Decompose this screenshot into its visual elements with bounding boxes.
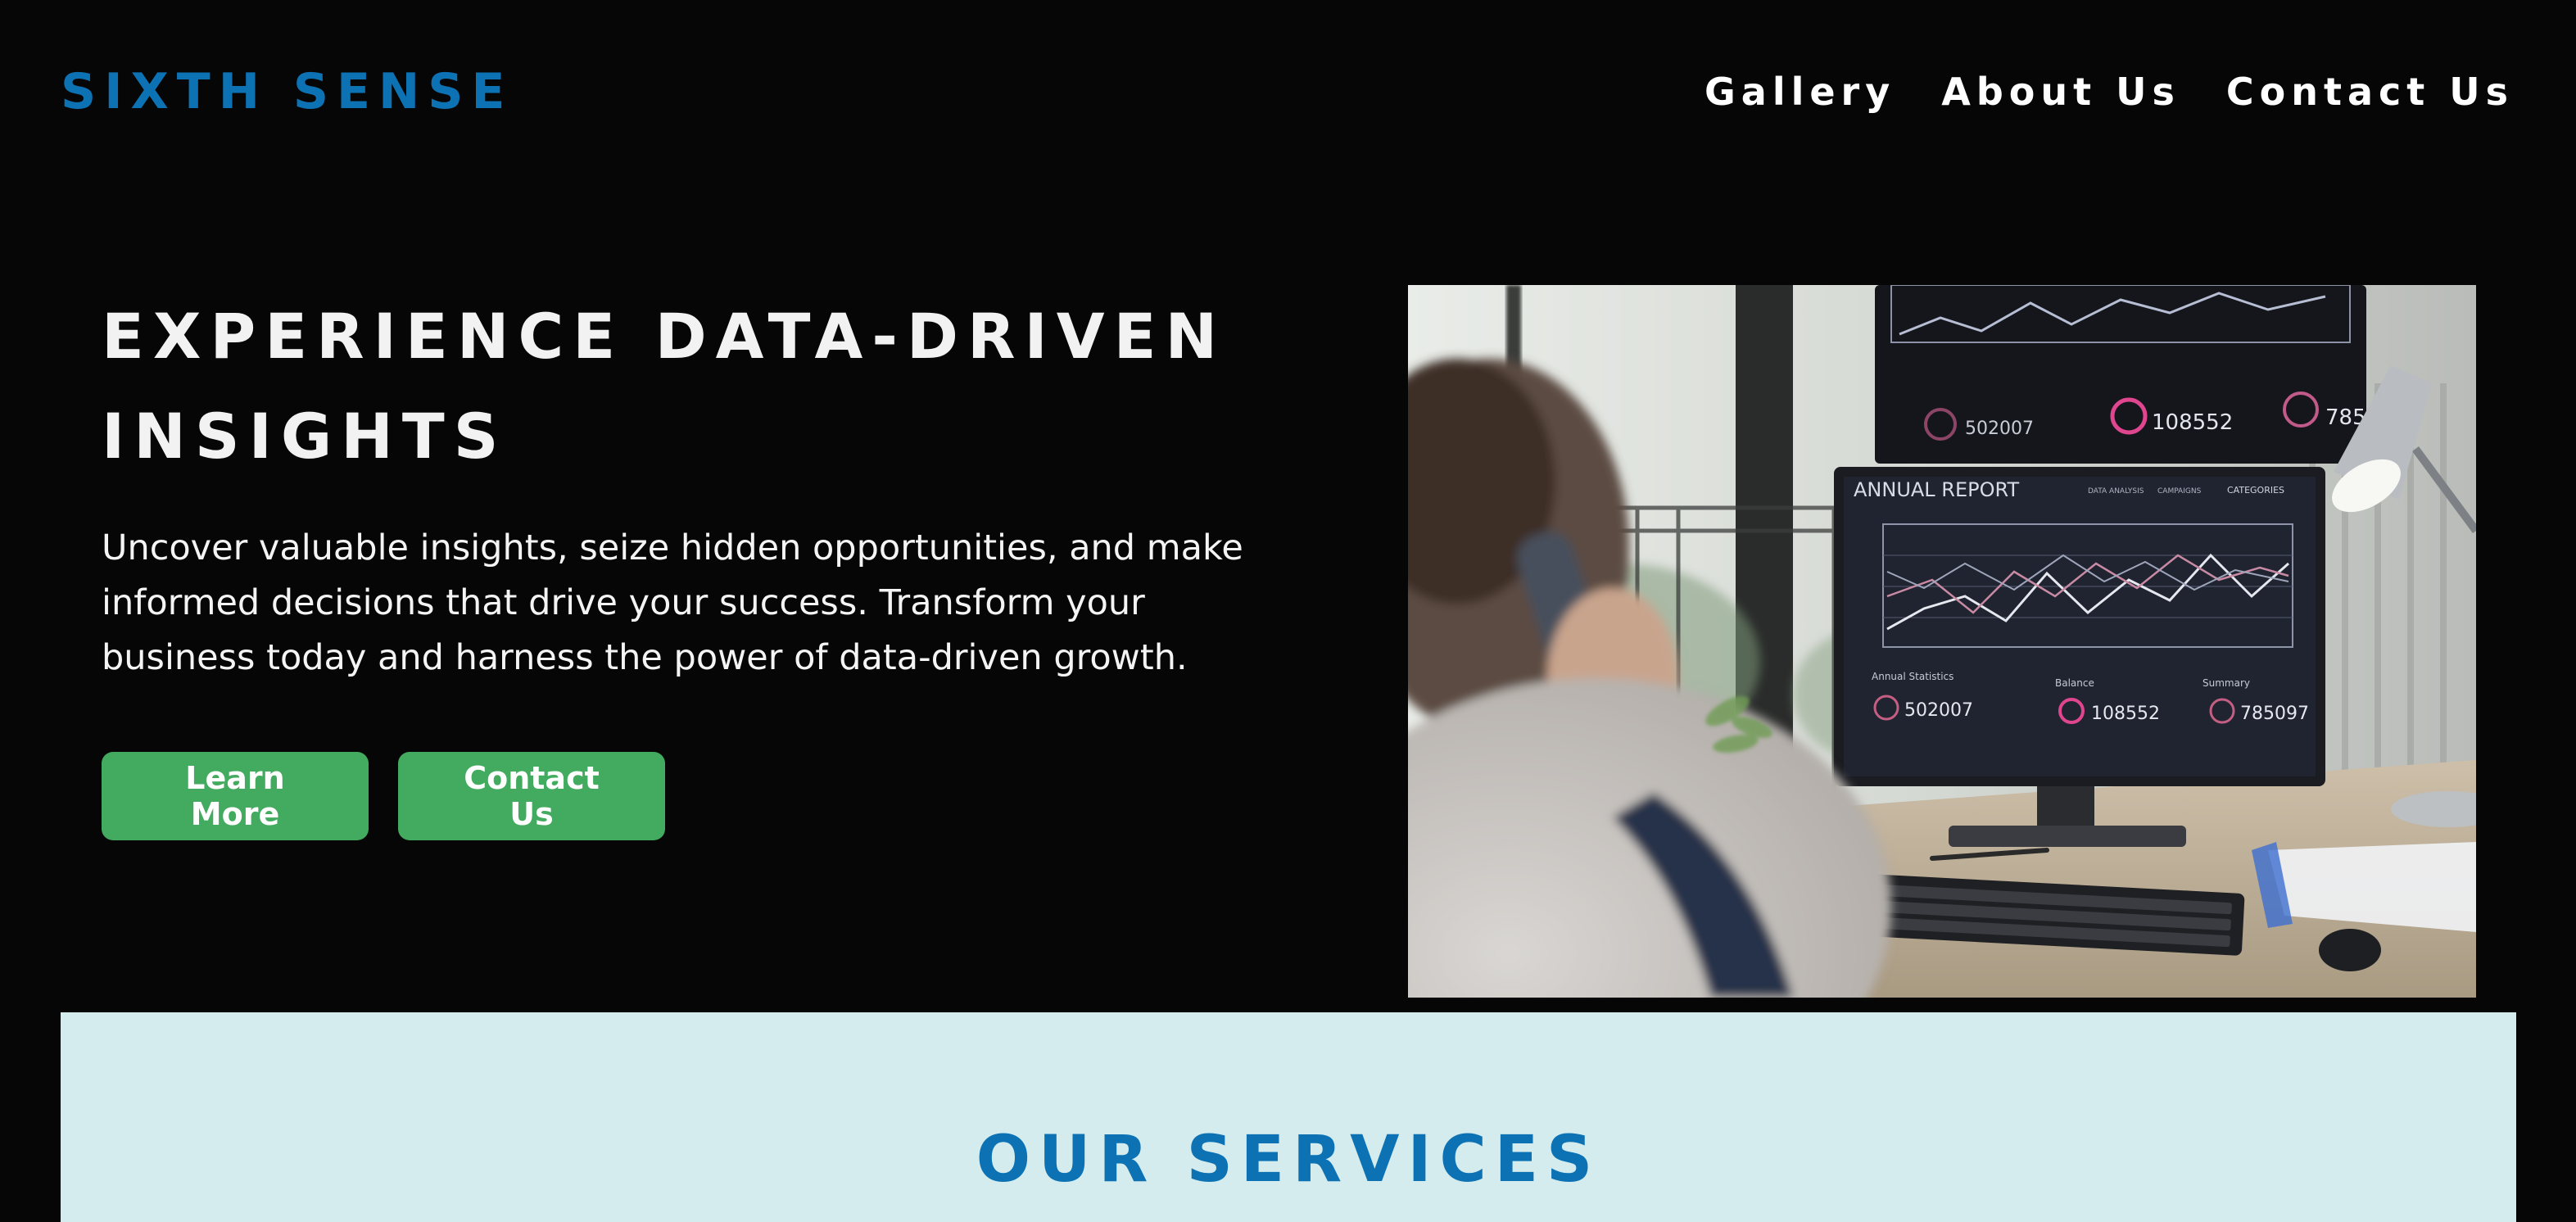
monitor-tab-1: DATA ANALYSIS (2088, 487, 2144, 496)
nav-link-about-us[interactable]: About Us (1941, 64, 2180, 120)
site-header: SIXTH SENSE Gallery About Us Contact Us (0, 0, 2576, 180)
learn-more-button[interactable]: Learn More (102, 752, 369, 840)
hero-image-illustration: 502007 108552 78509 ANNUAL REPORT DATA A… (1408, 285, 2476, 998)
contact-us-button[interactable]: Contact Us (398, 752, 665, 840)
monitor-tab-2: CAMPAIGNS (2157, 487, 2202, 496)
top-monitor-stat-1: 502007 (1965, 419, 2034, 439)
hero-description-line-3: business today and harness the power of … (102, 637, 1188, 678)
hero-title: EXPERIENCE DATA-DRIVEN INSIGHTS (102, 287, 1363, 487)
mouse (2319, 929, 2381, 971)
top-monitor: 502007 108552 78509 (1875, 285, 2393, 464)
hero-title-line-1: EXPERIENCE DATA-DRIVEN (102, 300, 1227, 373)
monitor-tab-3: CATEGORIES (2227, 485, 2284, 496)
hero-buttons: Learn More Contact Us (102, 752, 665, 840)
hero-description: Uncover valuable insights, seize hidden … (102, 521, 1379, 686)
monitor-stand-base (1949, 826, 2186, 847)
monitor-stat-value-1: 502007 (1904, 700, 1973, 721)
hero-title-line-2: INSIGHTS (102, 400, 508, 473)
services-section: OUR SERVICES (61, 1012, 2516, 1222)
hero-description-line-1: Uncover valuable insights, seize hidden … (102, 527, 1243, 568)
main-nav: Gallery About Us Contact Us (1705, 64, 2514, 120)
logo[interactable]: SIXTH SENSE (61, 59, 513, 124)
monitor-stat-value-2: 108552 (2091, 704, 2160, 724)
main-monitor-screen (1844, 477, 2316, 776)
services-title: OUR SERVICES (976, 1123, 1601, 1197)
monitor-stat-label-1: Annual Statistics (1872, 671, 1954, 682)
monitor-stand-neck (2037, 786, 2094, 827)
nav-link-contact-us[interactable]: Contact Us (2226, 64, 2514, 120)
nav-link-gallery[interactable]: Gallery (1705, 64, 1895, 120)
hero-description-line-2: informed decisions that drive your succe… (102, 582, 1145, 623)
monitor-title: ANNUAL REPORT (1854, 478, 2019, 501)
monitor-stat-label-3: Summary (2203, 677, 2250, 689)
top-monitor-stat-2: 108552 (2152, 410, 2233, 435)
monitor-stat-value-3: 785097 (2240, 704, 2309, 724)
hero-image: 502007 108552 78509 ANNUAL REPORT DATA A… (1408, 285, 2476, 998)
monitor-stat-label-2: Balance (2055, 677, 2094, 689)
